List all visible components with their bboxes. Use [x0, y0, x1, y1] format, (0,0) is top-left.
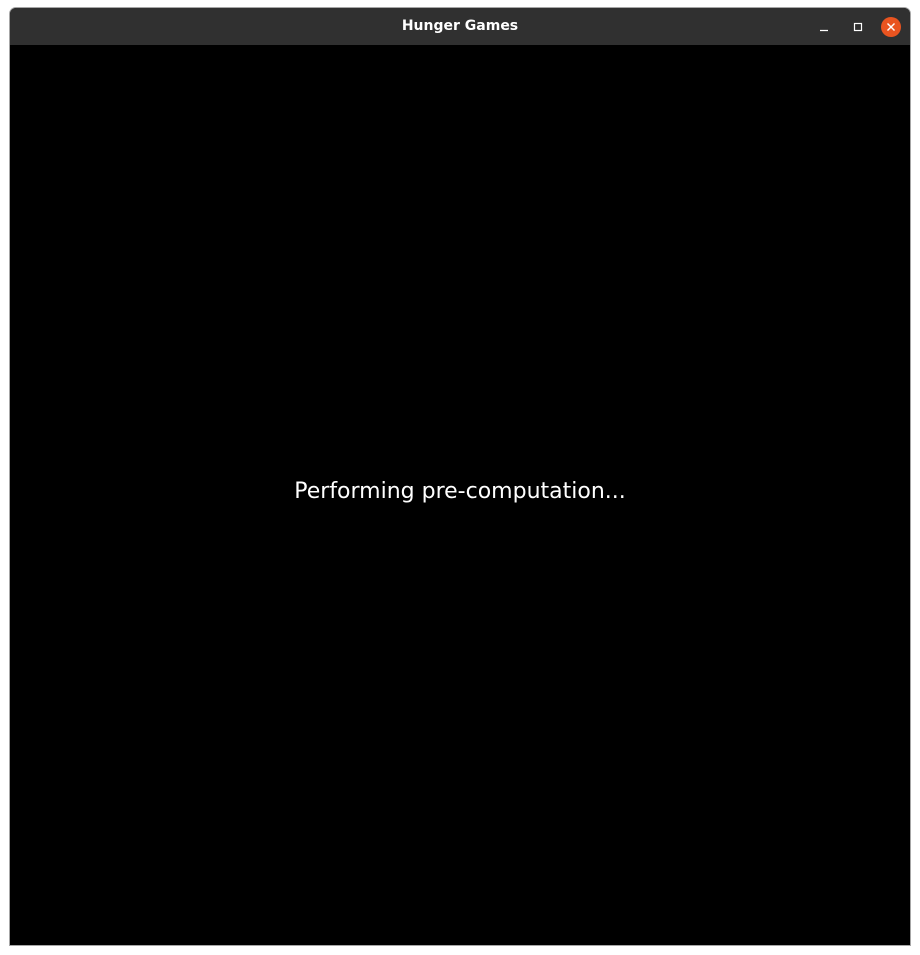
minimize-icon	[820, 29, 828, 32]
title-bar[interactable]: Hunger Games	[10, 8, 910, 45]
minimize-button[interactable]	[814, 17, 834, 37]
maximize-button[interactable]	[848, 17, 868, 37]
status-message: Performing pre-computation...	[294, 479, 626, 504]
close-button[interactable]	[881, 17, 901, 37]
app-window: Hunger Games Performing pre-computation.…	[10, 8, 910, 945]
close-icon	[887, 23, 895, 31]
window-title: Hunger Games	[401, 18, 519, 34]
game-canvas[interactable]: Performing pre-computation...	[10, 45, 910, 945]
maximize-icon	[853, 22, 863, 32]
